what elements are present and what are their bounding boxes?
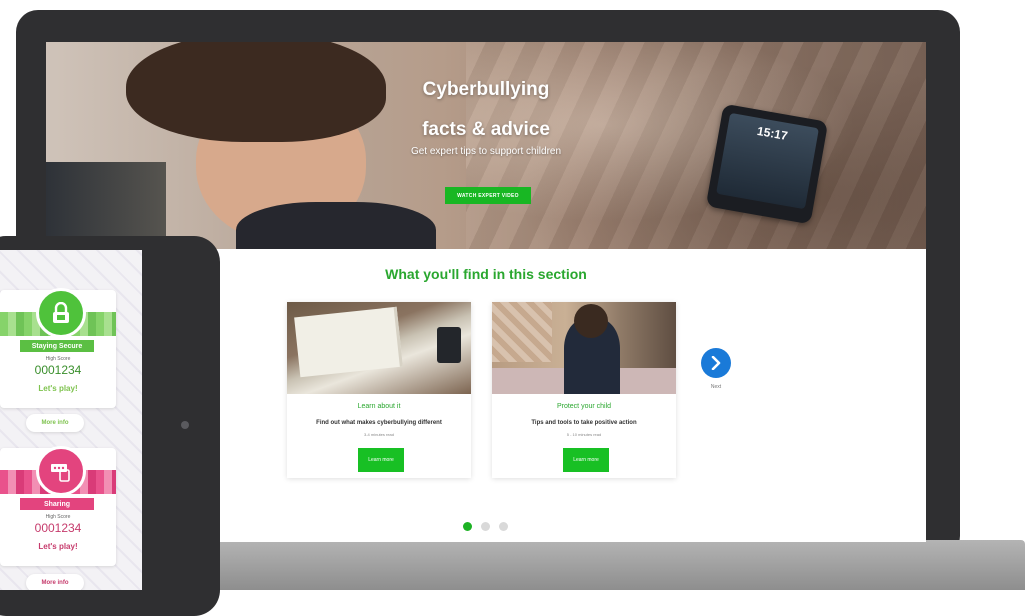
phone-image: [437, 327, 461, 363]
card-title[interactable]: Learn about it: [287, 403, 471, 410]
boy-head-image: [574, 304, 608, 338]
laptop-base: [196, 540, 1025, 590]
carousel-dot-2[interactable]: [481, 522, 490, 531]
notebook-image: [294, 306, 403, 378]
tablet-home-button: [181, 421, 189, 429]
card-image-study-desk: [287, 302, 471, 394]
hero-title-line2: facts & advice: [422, 119, 550, 140]
more-info-button[interactable]: More info: [26, 574, 84, 590]
card-learn-about-it[interactable]: Learn about it Find out what makes cyber…: [287, 302, 471, 478]
password-phone-icon: [36, 446, 86, 496]
learn-more-button[interactable]: Learn more: [358, 448, 404, 472]
lets-play-link[interactable]: Let's play!: [0, 542, 116, 551]
hero-banner: 15:17 Cyberbullying facts & advice Get e…: [46, 42, 926, 249]
game-title: Sharing: [20, 498, 94, 510]
hero-phone-screen: 15:17: [716, 112, 819, 210]
carousel-dot-3[interactable]: [499, 522, 508, 531]
hero-boy-hair: [126, 42, 386, 142]
high-score-label: High Score: [45, 514, 71, 520]
card-description: Tips and tools to take positive action: [531, 420, 637, 426]
high-score-value: 0001234: [34, 521, 82, 535]
more-info-button[interactable]: More info: [26, 414, 84, 432]
hero-phone-time: 15:17: [756, 123, 789, 144]
padlock-icon: [36, 288, 86, 338]
card-description: Find out what makes cyberbullying differ…: [316, 420, 442, 426]
game-card-sharing[interactable]: Sharing High Score 0001234 Let's play!: [0, 446, 116, 566]
tablet-screen: Staying Secure High Score 0001234 Let's …: [0, 250, 142, 590]
hero-boy-shirt: [236, 202, 436, 249]
high-score-label: High Score: [45, 356, 71, 362]
chevron-right-icon: [711, 356, 721, 370]
hero-subtitle: Get expert tips to support children: [410, 146, 562, 157]
high-score-value: 0001234: [34, 363, 82, 377]
card-protect-your-child[interactable]: Protect your child Tips and tools to tak…: [492, 302, 676, 478]
lets-play-link[interactable]: Let's play!: [0, 384, 116, 393]
hero-title-line1: Cyberbullying: [422, 79, 550, 100]
hero-phone-image: 15:17: [705, 103, 829, 225]
card-read-time: 5 - 10 minutes read: [566, 432, 602, 437]
hero-title: Cyberbullying facts & advice: [366, 70, 606, 150]
game-title: Staying Secure: [20, 340, 94, 352]
next-button[interactable]: [701, 348, 731, 378]
card-title[interactable]: Protect your child: [492, 403, 676, 410]
card-read-time: 3-4 minutes read: [363, 432, 394, 437]
carousel-dot-1[interactable]: [463, 522, 472, 531]
carousel-pagination: [463, 522, 508, 531]
wall-image: [492, 302, 552, 362]
watch-expert-video-button[interactable]: WATCH EXPERT VIDEO: [445, 187, 531, 204]
card-image-boy-phone: [492, 302, 676, 394]
game-card-staying-secure[interactable]: Staying Secure High Score 0001234 Let's …: [0, 288, 116, 408]
learn-more-button[interactable]: Learn more: [563, 448, 609, 472]
next-label: Next: [710, 384, 722, 390]
